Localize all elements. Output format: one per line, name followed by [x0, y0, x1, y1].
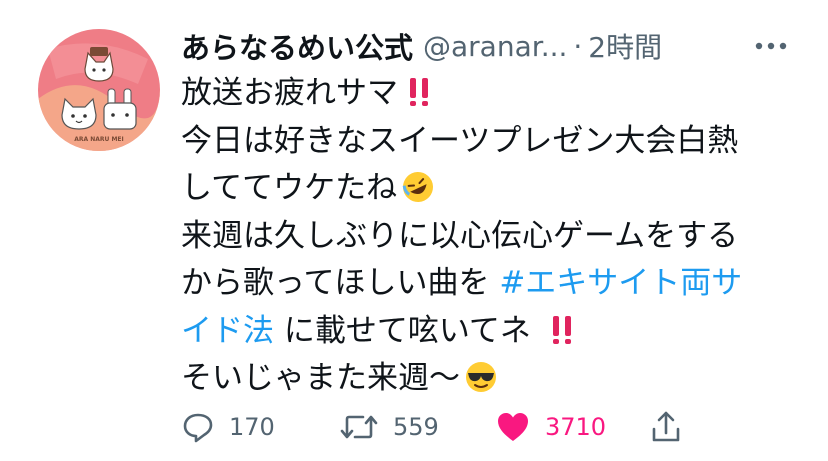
- tweet-text: 放送お疲れサマ 今日は好きなスイーツプレゼン大会白熱 しててウケたね 来週は久し…: [181, 70, 811, 403]
- heart-icon: [498, 413, 528, 441]
- retweet-button[interactable]: 559: [339, 405, 439, 449]
- line-text: から歌ってほしい曲を: [181, 265, 500, 301]
- retweet-count: 559: [393, 413, 439, 441]
- like-count: 3710: [545, 413, 607, 441]
- tweet-line: から歌ってほしい曲を #エキサイト両サ: [181, 260, 811, 308]
- tweet-line: そいじゃまた来週〜: [181, 355, 811, 403]
- user-handle[interactable]: @aranar...: [423, 30, 567, 63]
- line-text: 来週は久しぶりに以心伝心ゲームをする: [181, 217, 739, 254]
- display-name[interactable]: あらなるめい公式: [181, 25, 413, 67]
- tweet-line: しててウケたね: [181, 165, 811, 213]
- line-text: 放送お疲れサマ: [181, 75, 398, 111]
- hashtag-link[interactable]: #エキサイト両サ: [499, 265, 742, 301]
- avatar-image: ARA NARU MEI: [38, 29, 160, 151]
- line-text: そいじゃまた来週〜: [181, 360, 460, 396]
- avatar-caption: ARA NARU MEI: [74, 136, 124, 143]
- ellipsis-icon: [755, 42, 787, 50]
- share-button[interactable]: [649, 405, 683, 449]
- reply-button[interactable]: 170: [181, 405, 275, 449]
- tweet-line: イド法 に載せて呟いてネ: [181, 308, 811, 356]
- share-icon: [652, 411, 680, 442]
- hashtag-link[interactable]: イド法: [181, 313, 274, 349]
- more-options-button[interactable]: [751, 28, 791, 64]
- avatar[interactable]: ARA NARU MEI: [38, 29, 160, 151]
- timestamp[interactable]: 2時間: [588, 26, 662, 66]
- line-text: 今日は好きなスイーツプレゼン大会白熱: [181, 122, 739, 159]
- tweet-line: 今日は好きなスイーツプレゼン大会白熱: [181, 118, 811, 166]
- tweet-line: 来週は久しぶりに以心伝心ゲームをする: [181, 213, 811, 261]
- rolling-laughing-emoji: [402, 172, 434, 202]
- tweet-header: あらなるめい公式 @aranar... · 2時間: [181, 24, 801, 68]
- line-text: に載せて呟いてネ: [274, 312, 541, 349]
- tweet-line: 放送お疲れサマ: [181, 70, 811, 118]
- reply-icon: [183, 413, 213, 443]
- like-button[interactable]: 3710: [495, 405, 606, 449]
- double-exclamation-icon: [552, 315, 571, 344]
- separator-dot: ·: [573, 29, 583, 63]
- sunglasses-emoji: [466, 362, 496, 392]
- reply-count: 170: [229, 413, 275, 441]
- retweet-icon: [340, 415, 378, 439]
- tweet-actions: 170 559 3710: [181, 405, 701, 449]
- line-text: しててウケたね: [181, 170, 398, 206]
- double-exclamation-icon: [410, 78, 428, 106]
